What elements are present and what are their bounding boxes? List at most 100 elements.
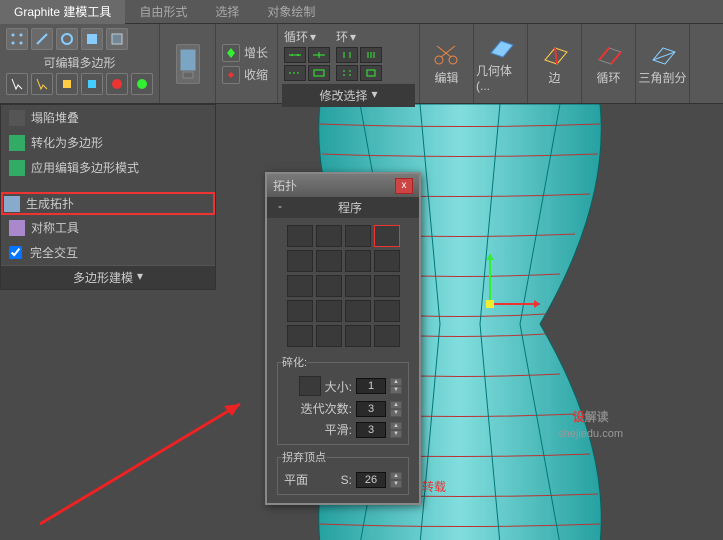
pattern-4[interactable] — [374, 225, 400, 247]
frag-group: 碎化: 大小: ▲▼ 迭代次数: ▲▼ 平滑: ▲▼ — [277, 354, 409, 445]
size-label: 大小: — [325, 378, 352, 395]
loop-btn-3[interactable] — [284, 65, 306, 81]
size-spin-buttons[interactable]: ▲▼ — [390, 378, 402, 394]
tab-select[interactable]: 选择 — [201, 0, 253, 24]
pattern-13[interactable] — [287, 300, 313, 322]
s-label: S: — [341, 473, 352, 487]
subobj-vertex-icon[interactable] — [6, 28, 28, 50]
iter-spin-buttons[interactable]: ▲▼ — [390, 401, 402, 417]
tri-panel-button[interactable]: 三角剖分 — [636, 24, 690, 103]
tri-icon — [649, 42, 677, 66]
sel-4-icon[interactable] — [81, 73, 103, 95]
smooth-spin-buttons[interactable]: ▲▼ — [390, 422, 402, 438]
subobj-element-icon[interactable] — [106, 28, 128, 50]
stack-icon — [9, 110, 25, 126]
s-spinner[interactable] — [356, 472, 386, 488]
pattern-11[interactable] — [345, 275, 371, 297]
convert-poly-button[interactable]: 转化为多边形 — [1, 130, 215, 155]
smooth-spinner[interactable] — [356, 422, 386, 438]
loop-btn-2[interactable] — [308, 47, 330, 63]
pattern-5[interactable] — [287, 250, 313, 272]
sel-5-icon[interactable] — [106, 73, 128, 95]
pattern-1[interactable] — [287, 225, 313, 247]
loop-icon — [595, 42, 623, 66]
pattern-14[interactable] — [316, 300, 342, 322]
subobj-edge-icon[interactable] — [31, 28, 53, 50]
panel-dropdown-icon[interactable]: ▾ — [137, 269, 143, 286]
tab-freeform[interactable]: 自由形式 — [125, 0, 201, 24]
pattern-10[interactable] — [316, 275, 342, 297]
full-interactive-checkbox[interactable] — [9, 246, 22, 259]
frag-preview-icon[interactable] — [299, 376, 321, 396]
ring-btn-4[interactable] — [360, 65, 382, 81]
preview-toggle-icon[interactable] — [176, 44, 200, 84]
symmetry-icon — [9, 220, 25, 236]
pattern-20[interactable] — [374, 325, 400, 347]
minimize-button[interactable]: - — [273, 199, 287, 216]
sel-2-icon[interactable] — [31, 73, 53, 95]
sel-3-icon[interactable] — [56, 73, 78, 95]
pattern-3[interactable] — [345, 225, 371, 247]
loop-dropdown-icon[interactable]: ▾ — [310, 30, 316, 44]
poly-model-panel: 塌陷堆叠 转化为多边形 应用编辑多边形模式 生成拓扑 对称工具 完全交互 多边形… — [0, 104, 216, 290]
discard-group: 拐弃顶点 平面S:▲▼ — [277, 449, 409, 495]
tab-objpaint[interactable]: 对象绘制 — [253, 0, 329, 24]
smooth-label: 平滑: — [325, 421, 352, 438]
size-spinner[interactable] — [356, 378, 386, 394]
collapse-stack-button[interactable]: 塌陷堆叠 — [1, 105, 215, 130]
pattern-2[interactable] — [316, 225, 342, 247]
edge-panel-button[interactable]: 边 — [528, 24, 582, 103]
pattern-19[interactable] — [345, 325, 371, 347]
edge-icon — [541, 42, 569, 66]
scissors-icon — [433, 42, 461, 66]
apply-icon — [9, 160, 25, 176]
s-spin-buttons[interactable]: ▲▼ — [390, 472, 402, 488]
generate-topo-button[interactable]: 生成拓扑 — [1, 192, 215, 215]
tab-graphite[interactable]: Graphite 建模工具 — [0, 0, 125, 24]
plane-label: 平面 — [284, 471, 308, 488]
subobj-poly-icon[interactable] — [81, 28, 103, 50]
pattern-9[interactable] — [287, 275, 313, 297]
loop-btn-1[interactable] — [284, 47, 306, 63]
apply-editpoly-button[interactable]: 应用编辑多边形模式 — [1, 155, 215, 180]
edit-panel-button[interactable]: 编辑 — [420, 24, 474, 103]
geom-panel-button[interactable]: 几何体 (... — [474, 24, 528, 103]
symmetry-button[interactable]: 对称工具 — [1, 215, 215, 240]
shrink-icon — [222, 66, 240, 84]
close-button[interactable]: x — [395, 178, 413, 194]
pattern-15[interactable] — [345, 300, 371, 322]
pattern-16[interactable] — [374, 300, 400, 322]
ring-dropdown-icon[interactable]: ▾ — [350, 30, 356, 44]
ring-btn-3[interactable] — [336, 65, 358, 81]
ring-label: 环 — [336, 28, 348, 45]
loop-btn-4[interactable] — [308, 65, 330, 81]
dialog-titlebar[interactable]: 拓扑x — [267, 174, 419, 197]
grow-button[interactable]: 增长 — [220, 42, 273, 64]
iter-spinner[interactable] — [356, 401, 386, 417]
grow-icon — [222, 44, 240, 62]
full-interactive-check[interactable]: 完全交互 — [1, 240, 215, 265]
pattern-17[interactable] — [287, 325, 313, 347]
plane-icon — [487, 35, 515, 59]
pattern-7[interactable] — [345, 250, 371, 272]
convert-icon — [9, 135, 25, 151]
pattern-18[interactable] — [316, 325, 342, 347]
subobj-border-icon[interactable] — [56, 28, 78, 50]
tab-bar: Graphite 建模工具 自由形式 选择 对象绘制 — [0, 0, 723, 24]
iter-label: 迭代次数: — [301, 400, 352, 417]
loop-label: 循环 — [284, 28, 308, 45]
pattern-6[interactable] — [316, 250, 342, 272]
ring-btn-1[interactable] — [336, 47, 358, 63]
ring-btn-2[interactable] — [360, 47, 382, 63]
sel-6-icon[interactable] — [131, 73, 153, 95]
modsel-dropdown-icon[interactable]: ▾ — [371, 87, 377, 104]
shrink-button[interactable]: 收缩 — [220, 64, 273, 86]
frag-label: 碎化: — [282, 354, 307, 370]
loop-panel-button[interactable]: 循环 — [582, 24, 636, 103]
modsel-label[interactable]: 修改选择 — [319, 87, 367, 104]
sel-1-icon[interactable] — [6, 73, 28, 95]
pattern-grid — [273, 222, 413, 350]
pattern-8[interactable] — [374, 250, 400, 272]
pattern-12[interactable] — [374, 275, 400, 297]
section-program: 程序 — [287, 199, 413, 216]
